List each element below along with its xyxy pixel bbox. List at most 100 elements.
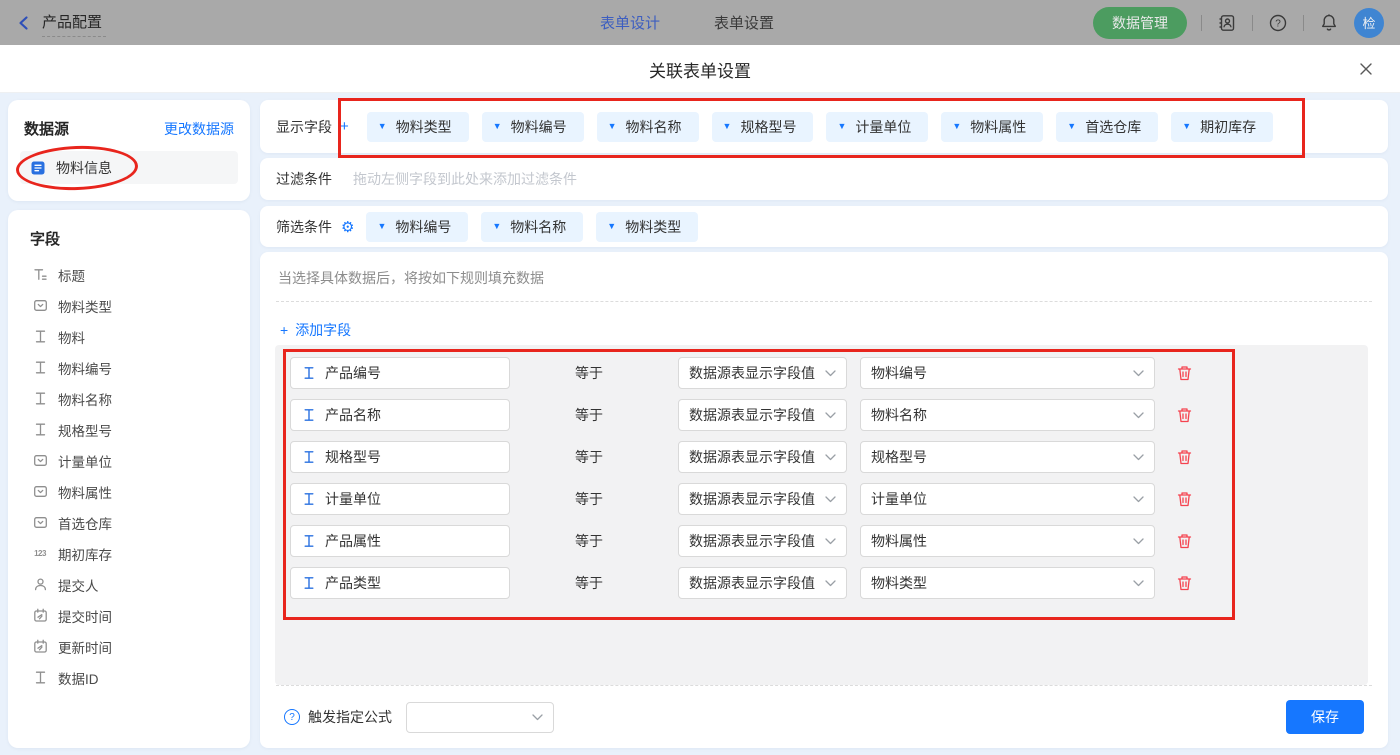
field-item[interactable]: 标题 [8,259,250,290]
field-item[interactable]: 物料类型 [8,290,250,321]
field-label: 物料属性 [58,482,112,502]
delete-rule-icon[interactable] [1174,489,1194,509]
delete-rule-icon[interactable] [1174,447,1194,467]
delete-rule-icon[interactable] [1174,573,1194,593]
field-item[interactable]: 数据ID [8,662,250,693]
divider [276,301,1372,302]
fill-rules-hint: 当选择具体数据后，将按如下规则填充数据 [260,252,1388,288]
calendar-icon [32,639,48,655]
screening-chip[interactable]: ▼ 物料类型 [596,212,698,242]
field-item[interactable]: 物料 [8,321,250,352]
chevron-down-icon: ▼ [723,122,732,131]
divider [1201,15,1202,31]
source-type-select[interactable]: 数据源表显示字段值 [678,441,847,473]
display-field-chip[interactable]: ▼ 期初库存 [1171,112,1273,142]
field-item[interactable]: 物料名称 [8,383,250,414]
help-icon[interactable]: ? [1267,12,1289,34]
source-type-select[interactable]: 数据源表显示字段值 [678,357,847,389]
source-field-select[interactable]: 物料属性 [860,525,1155,557]
display-fields-panel: 显示字段 + ▼ 物料类型 ▼ 物料编号 ▼ 物料名称 ▼ [260,100,1388,153]
chevron-down-icon: ▼ [493,122,502,131]
source-field-select[interactable]: 物料编号 [860,357,1155,389]
display-field-chip[interactable]: ▼ 计量单位 [826,112,928,142]
add-field-label: 添加字段 [295,320,351,340]
avatar[interactable]: 检 [1354,8,1384,38]
contacts-icon[interactable] [1216,12,1238,34]
screening-chip[interactable]: ▼ 物料编号 [366,212,468,242]
field-item[interactable]: 物料编号 [8,352,250,383]
delete-rule-icon[interactable] [1174,531,1194,551]
rule-row: 计量单位 等于 数据源表显示字段值 计量单位 [290,483,1368,515]
target-field-label: 规格型号 [325,447,381,467]
source-field-select[interactable]: 物料名称 [860,399,1155,431]
formula-select[interactable] [406,702,554,733]
chevron-down-icon [532,714,543,721]
back-button[interactable]: 产品配置 [16,9,106,37]
screening-label: 筛选条件 [276,217,332,237]
source-type-select[interactable]: 数据源表显示字段值 [678,483,847,515]
operator-label: 等于 [575,363,615,383]
add-field-button[interactable]: + 添加字段 [280,320,351,340]
source-field-select[interactable]: 物料类型 [860,567,1155,599]
field-item[interactable]: 物料属性 [8,476,250,507]
title-icon [32,267,48,283]
tab-form-settings[interactable]: 表单设置 [714,12,774,33]
display-field-chip[interactable]: ▼ 规格型号 [712,112,814,142]
save-button[interactable]: 保存 [1286,700,1364,734]
screening-chip[interactable]: ▼ 物料名称 [481,212,583,242]
help-circle-icon[interactable]: ? [284,709,300,725]
delete-rule-icon[interactable] [1174,363,1194,383]
chip-label: 物料名称 [510,217,566,237]
gear-icon[interactable]: ⚙ [341,218,354,236]
add-display-field-icon[interactable]: + [340,118,349,135]
target-field-input[interactable]: 产品名称 [290,399,510,431]
display-field-chip[interactable]: ▼ 物料名称 [597,112,699,142]
tab-form-design[interactable]: 表单设计 [600,12,660,33]
chevron-down-icon: ▼ [378,122,387,131]
field-item[interactable]: 提交人 [8,569,250,600]
target-field-input[interactable]: 规格型号 [290,441,510,473]
field-item[interactable]: 提交时间 [8,600,250,631]
display-field-chip[interactable]: ▼ 物料类型 [367,112,469,142]
chevron-down-icon [1133,412,1144,419]
select-icon [32,298,48,314]
target-field-input[interactable]: 产品属性 [290,525,510,557]
field-item[interactable]: 计量单位 [8,445,250,476]
filter-dropzone[interactable]: 拖动左侧字段到此处来添加过滤条件 [353,169,577,189]
chevron-down-icon [825,412,836,419]
bell-icon[interactable] [1318,12,1340,34]
divider [1252,15,1253,31]
datasource-card: 数据源 更改数据源 物料信息 [8,100,250,201]
field-label: 规格型号 [58,420,112,440]
chevron-down-icon [825,496,836,503]
display-field-chip[interactable]: ▼ 物料属性 [941,112,1043,142]
field-item[interactable]: 123 期初库存 [8,538,250,569]
formula-label: 触发指定公式 [308,707,392,727]
target-field-label: 产品编号 [325,363,381,383]
source-type-select[interactable]: 数据源表显示字段值 [678,399,847,431]
datasource-item[interactable]: 物料信息 [20,151,238,184]
chevron-down-icon: ▼ [952,122,961,131]
chevron-down-icon [825,538,836,545]
source-field-select[interactable]: 计量单位 [860,483,1155,515]
field-item[interactable]: 更新时间 [8,631,250,662]
target-field-label: 产品属性 [325,531,381,551]
delete-rule-icon[interactable] [1174,405,1194,425]
chevron-down-icon [825,370,836,377]
field-item[interactable]: 规格型号 [8,414,250,445]
chip-label: 计量单位 [855,117,911,137]
source-type-select[interactable]: 数据源表显示字段值 [678,525,847,557]
change-datasource-link[interactable]: 更改数据源 [164,119,234,139]
source-field-select[interactable]: 规格型号 [860,441,1155,473]
footer-row: ? 触发指定公式 保存 [260,686,1388,748]
target-field-input[interactable]: 产品类型 [290,567,510,599]
display-field-chip[interactable]: ▼ 首选仓库 [1056,112,1158,142]
source-type-select[interactable]: 数据源表显示字段值 [678,567,847,599]
target-field-input[interactable]: 产品编号 [290,357,510,389]
target-field-input[interactable]: 计量单位 [290,483,510,515]
data-manage-button[interactable]: 数据管理 [1093,7,1187,39]
chevron-down-icon: ▼ [1182,122,1191,131]
display-field-chip[interactable]: ▼ 物料编号 [482,112,584,142]
close-icon[interactable] [1356,59,1376,79]
field-item[interactable]: 首选仓库 [8,507,250,538]
